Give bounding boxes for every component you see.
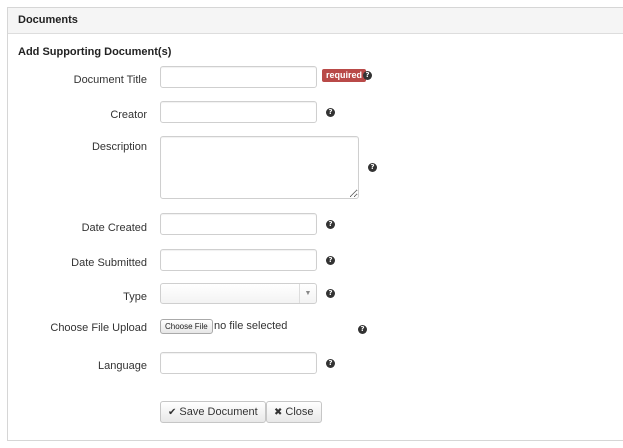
- help-icon[interactable]: ?: [363, 71, 372, 80]
- save-document-label: Save Document: [179, 406, 258, 418]
- description-textarea[interactable]: [160, 136, 359, 199]
- panel-heading: Documents: [8, 8, 623, 34]
- type-label: Type: [123, 291, 147, 303]
- creator-input[interactable]: [160, 101, 317, 123]
- help-icon[interactable]: ?: [326, 108, 335, 117]
- close-icon: ✖: [274, 407, 283, 418]
- description-label: Description: [91, 141, 147, 153]
- document-title-label: Document Title: [73, 74, 147, 86]
- date-created-input[interactable]: [160, 213, 317, 235]
- documents-panel: Documents Add Supporting Document(s) Doc…: [7, 7, 623, 441]
- help-icon[interactable]: ?: [326, 289, 335, 298]
- help-icon[interactable]: ?: [358, 325, 367, 334]
- date-created-label: Date Created: [81, 222, 147, 234]
- chevron-down-icon[interactable]: ▼: [299, 284, 316, 303]
- check-icon: ✔: [168, 407, 177, 418]
- choose-file-button[interactable]: Choose File: [160, 319, 213, 334]
- save-document-button[interactable]: ✔ Save Document: [160, 401, 266, 423]
- language-label: Language: [98, 360, 147, 372]
- date-submitted-label: Date Submitted: [71, 257, 147, 269]
- file-status-text: no file selected: [214, 320, 288, 332]
- creator-label: Creator: [110, 109, 147, 121]
- date-submitted-input[interactable]: [160, 249, 317, 271]
- section-title: Add Supporting Document(s): [18, 46, 172, 58]
- language-input[interactable]: [160, 352, 317, 374]
- file-upload-label: Choose File Upload: [50, 322, 147, 334]
- help-icon[interactable]: ?: [326, 220, 335, 229]
- help-icon[interactable]: ?: [368, 163, 377, 172]
- document-title-input[interactable]: [160, 66, 317, 88]
- type-select[interactable]: ▼: [160, 283, 317, 304]
- close-label: Close: [285, 406, 314, 418]
- help-icon[interactable]: ?: [326, 359, 335, 368]
- close-button[interactable]: ✖ Close: [266, 401, 322, 423]
- required-badge: required: [322, 69, 367, 82]
- help-icon[interactable]: ?: [326, 256, 335, 265]
